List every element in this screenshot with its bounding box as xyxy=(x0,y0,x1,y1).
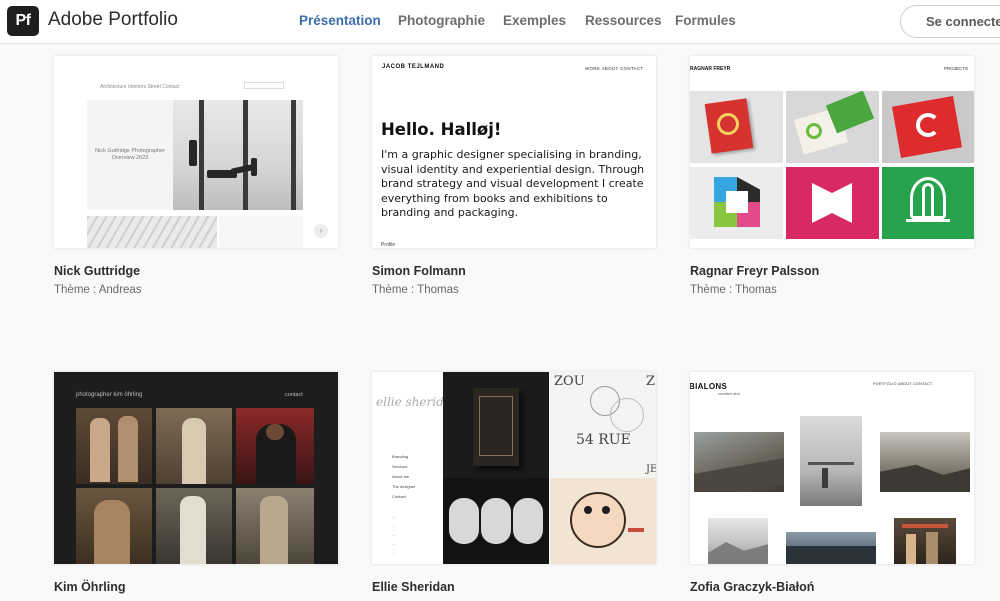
preview-photo xyxy=(786,532,876,564)
preview-logo: RAGNAR FREYR xyxy=(690,66,731,72)
portfolio-preview-image[interactable]: JACOB TEJLMAND WORK ABOUT CONTACT Hello.… xyxy=(372,56,656,248)
preview-photo xyxy=(694,432,784,492)
preview-photo xyxy=(156,488,232,564)
top-header: Pf Adobe Portfolio Présentation Photogra… xyxy=(0,0,1000,44)
next-arrow-icon: › xyxy=(314,224,328,238)
preview-photo xyxy=(173,100,303,210)
preview-tile xyxy=(690,167,783,239)
preview-tile xyxy=(882,91,974,163)
preview-photo xyxy=(708,518,768,564)
preview-subtitle: creative duo xyxy=(718,391,740,396)
portfolio-preview-image[interactable]: RAGNAR FREYR PROJECTS xyxy=(690,56,974,248)
preview-nav: PROJECTS xyxy=(944,66,969,71)
preview-menu: Branding Services About me The designer … xyxy=(392,454,416,499)
preview-nav: contact xyxy=(285,392,303,398)
login-button[interactable]: Se connecter xyxy=(900,5,1000,38)
preview-nav: WORK ABOUT CONTACT xyxy=(585,66,644,71)
preview-tile xyxy=(786,167,879,239)
preview-tile xyxy=(882,167,974,239)
portfolio-owner-name[interactable]: Nick Guttridge xyxy=(54,264,140,278)
portfolio-theme: Thème : Thomas xyxy=(690,284,777,296)
preview-logo: JACOB TEJLMAND xyxy=(382,64,445,70)
portfolio-preview-image[interactable]: BIALONS creative duo PORTFOLIO ABOUT CON… xyxy=(690,372,974,564)
preview-footer: Profile xyxy=(381,242,396,248)
preview-photo xyxy=(443,372,549,478)
preview-menu-secondary: — — — — — xyxy=(392,514,396,555)
main-nav: Présentation Photographie Exemples Resso… xyxy=(0,13,1000,31)
portfolio-preview-image[interactable]: Architecture Interiors Street Contact Ni… xyxy=(54,56,338,248)
preview-photo xyxy=(800,416,862,506)
preview-search-box xyxy=(244,82,284,89)
preview-nav: PORTFOLIO ABOUT CONTACT xyxy=(873,382,933,386)
portfolio-owner-name[interactable]: Simon Folmann xyxy=(372,264,466,278)
portfolio-theme: Thème : Andreas xyxy=(54,284,142,296)
preview-photo xyxy=(550,478,656,564)
preview-logo: BIALONS xyxy=(690,382,728,391)
preview-photo xyxy=(443,478,549,564)
nav-item-photographie[interactable]: Photographie xyxy=(398,13,485,28)
portfolio-preview-image[interactable]: photographer kim öhrling contact xyxy=(54,372,338,564)
preview-photo xyxy=(880,432,970,492)
preview-photo xyxy=(894,518,956,564)
preview-photo xyxy=(87,216,217,248)
portfolio-owner-name[interactable]: Kim Öhrling xyxy=(54,580,126,594)
nav-item-formules[interactable]: Formules xyxy=(675,13,736,28)
preview-photo xyxy=(236,488,314,564)
preview-photo xyxy=(156,408,232,484)
preview-nav: Architecture Interiors Street Contact xyxy=(100,84,180,90)
preview-photo xyxy=(219,216,303,248)
preview-title: photographer kim öhrling xyxy=(76,392,143,398)
preview-caption: Nick Guttridge Photographer Overview 202… xyxy=(95,148,165,161)
preview-photo xyxy=(76,488,152,564)
portfolio-preview-image[interactable]: ellie sheridan Branding Services About m… xyxy=(372,372,656,564)
preview-body-text: I'm a graphic designer specialising in b… xyxy=(381,148,645,219)
nav-item-ressources[interactable]: Ressources xyxy=(585,13,662,28)
portfolio-theme: Thème : Thomas xyxy=(372,284,459,296)
nav-item-exemples[interactable]: Exemples xyxy=(503,13,566,28)
nav-item-presentation[interactable]: Présentation xyxy=(299,13,381,28)
portfolio-owner-name[interactable]: Ellie Sheridan xyxy=(372,580,455,594)
preview-tile xyxy=(786,91,879,163)
portfolio-owner-name[interactable]: Zofia Graczyk-Białoń xyxy=(690,580,814,594)
portfolio-owner-name[interactable]: Ragnar Freyr Palsson xyxy=(690,264,819,278)
preview-heading: Hello. Halløj! xyxy=(381,120,502,139)
preview-photo xyxy=(76,408,152,484)
preview-tile xyxy=(690,91,783,163)
preview-photo xyxy=(236,408,314,484)
preview-photo: ZOU Z 54 RUE JE xyxy=(550,372,656,478)
